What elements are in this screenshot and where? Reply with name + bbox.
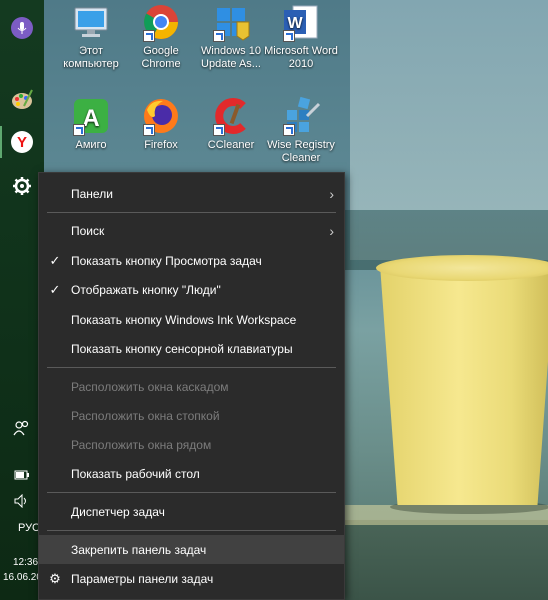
menu-item-label: Поиск [71, 223, 105, 238]
monitor-icon [71, 2, 111, 42]
microphone-icon [11, 17, 33, 39]
menu-item-label: Показать кнопку Просмотра задач [71, 253, 262, 268]
desktop-icon-windows10-update[interactable]: Windows 10 Update As... [194, 2, 268, 71]
menu-item-lock-taskbar[interactable]: Закрепить панель задач [39, 535, 344, 564]
desktop-icon-label: CCleaner [207, 139, 255, 151]
word-icon: W [281, 2, 321, 42]
cortana-button[interactable] [0, 8, 44, 48]
menu-item-show-desktop[interactable]: Показать рабочий стол [39, 459, 344, 488]
desktop-icon-label: Wise Registry Cleaner [267, 139, 335, 164]
wallpaper-flower-pot [376, 245, 548, 515]
menu-item-taskbar-settings[interactable]: ⚙ Параметры панели задач [39, 564, 344, 593]
menu-item-cascade-windows: Расположить окна каскадом [39, 372, 344, 401]
menu-item-search[interactable]: Поиск › [39, 216, 344, 245]
menu-item-label: Показать рабочий стол [71, 466, 200, 481]
taskbar-context-menu: Панели › Поиск › ✓ Показать кнопку Просм… [38, 172, 345, 600]
menu-item-label: Расположить окна каскадом [71, 379, 229, 394]
yandex-browser-icon: Y [11, 131, 33, 153]
desktop-icon-label: Этот компьютер [63, 45, 119, 70]
gear-icon: ⚙ [49, 570, 61, 586]
checkmark-icon: ✓ [49, 252, 61, 268]
desktop-icon-wise-registry-cleaner[interactable]: Wise Registry Cleaner [264, 96, 338, 165]
menu-separator [47, 530, 336, 531]
firefox-icon [141, 96, 181, 136]
taskbar-yandex-button[interactable]: Y [0, 122, 44, 162]
chevron-right-icon: › [329, 222, 334, 239]
menu-separator [47, 212, 336, 213]
gear-icon [13, 177, 31, 195]
desktop-icon-word-2010[interactable]: W Microsoft Word 2010 [264, 2, 338, 71]
desktop-icon-google-chrome[interactable]: Google Chrome [124, 2, 198, 71]
desktop-icon-label: Windows 10 Update As... [201, 45, 261, 70]
desktop-icon-firefox[interactable]: Firefox [124, 96, 198, 152]
ccleaner-icon [211, 96, 251, 136]
menu-item-show-task-view-button[interactable]: ✓ Показать кнопку Просмотра задач [39, 246, 344, 275]
checkmark-icon: ✓ [49, 281, 61, 297]
desktop-icon-label: Microsoft Word 2010 [264, 45, 338, 70]
menu-item-label: Отображать кнопку "Люди" [71, 282, 221, 297]
people-icon [13, 420, 29, 436]
speaker-icon [14, 494, 26, 508]
paint-palette-icon [12, 89, 33, 109]
menu-item-show-touch-keyboard-button[interactable]: Показать кнопку сенсорной клавиатуры [39, 334, 344, 363]
amigo-icon: A [71, 96, 111, 136]
menu-item-stack-windows: Расположить окна стопкой [39, 401, 344, 430]
chrome-icon [141, 2, 181, 42]
menu-separator [47, 492, 336, 493]
menu-item-label: Панели [71, 186, 113, 201]
wise-registry-icon [281, 96, 321, 136]
desktop-icon-amigo[interactable]: A Амиго [54, 96, 128, 152]
chevron-right-icon: › [329, 185, 334, 202]
desktop-icon-label: Амиго [75, 139, 107, 151]
menu-item-label: Показать кнопку Windows Ink Workspace [71, 312, 297, 327]
desktop-icon-label: Firefox [144, 139, 178, 151]
battery-icon [14, 470, 29, 480]
menu-item-label: Показать кнопку сенсорной клавиатуры [71, 341, 293, 356]
menu-item-task-manager[interactable]: Диспетчер задач [39, 497, 344, 526]
menu-item-label: Параметры панели задач [71, 571, 214, 586]
desktop-icon-this-pc[interactable]: Этот компьютер [54, 2, 128, 71]
menu-item-side-by-side-windows: Расположить окна рядом [39, 430, 344, 459]
menu-item-show-people-button[interactable]: ✓ Отображать кнопку "Люди" [39, 275, 344, 304]
desktop-icon-ccleaner[interactable]: CCleaner [194, 96, 268, 152]
desktop-icon-label: Google Chrome [141, 45, 181, 70]
menu-item-label: Закрепить панель задач [71, 542, 207, 557]
menu-separator [47, 367, 336, 368]
windows-logo-icon [211, 2, 251, 42]
menu-item-toolbars[interactable]: Панели › [39, 179, 344, 208]
menu-item-show-ink-workspace-button[interactable]: Показать кнопку Windows Ink Workspace [39, 305, 344, 334]
menu-item-label: Расположить окна стопкой [71, 408, 220, 423]
taskbar-paint-button[interactable] [0, 80, 44, 120]
menu-item-label: Диспетчер задач [71, 504, 165, 519]
menu-item-label: Расположить окна рядом [71, 437, 212, 452]
